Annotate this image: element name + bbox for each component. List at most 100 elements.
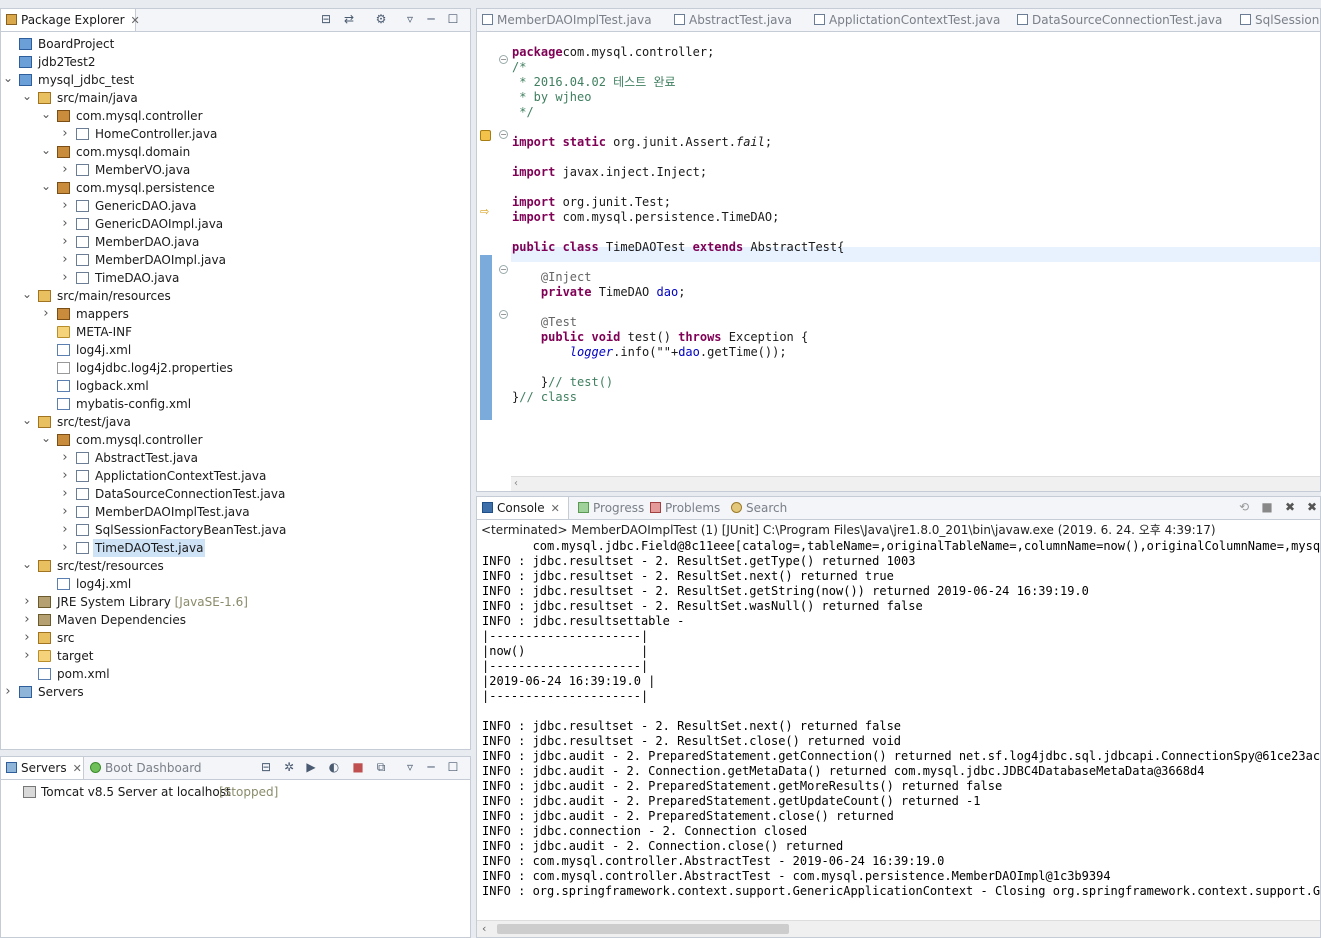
tree-item[interactable]: ⌄ src/main/java: [1, 89, 470, 107]
tree-item[interactable]: pom.xml: [1, 665, 470, 683]
chevron-right-icon[interactable]: ›: [60, 467, 70, 485]
tree-item[interactable]: › SqlSessionFactoryBeanTest.java: [1, 521, 470, 539]
chevron-right-icon[interactable]: ›: [60, 269, 70, 287]
tree-item[interactable]: BoardProject: [1, 35, 470, 53]
tree-item[interactable]: › GenericDAO.java: [1, 197, 470, 215]
tree-item[interactable]: › Servers: [1, 683, 470, 701]
minimize-icon[interactable]: ─: [424, 760, 438, 774]
publish-icon[interactable]: ⧉: [374, 760, 388, 774]
remove-launch-icon[interactable]: ✖: [1283, 500, 1297, 514]
tab-servers[interactable]: Servers ✕: [1, 757, 84, 779]
chevron-right-icon[interactable]: ›: [22, 611, 32, 629]
tree-item[interactable]: › AbstractTest.java: [1, 449, 470, 467]
close-icon[interactable]: ✕: [73, 762, 82, 775]
chevron-right-icon[interactable]: ›: [60, 251, 70, 269]
tree-item[interactable]: META-INF: [1, 323, 470, 341]
tree-item[interactable]: › GenericDAOImpl.java: [1, 215, 470, 233]
chevron-right-icon[interactable]: ›: [60, 521, 70, 539]
tree-item[interactable]: › HomeController.java: [1, 125, 470, 143]
chevron-right-icon[interactable]: ›: [22, 647, 32, 665]
tab-progress[interactable]: Progress: [573, 497, 644, 519]
chevron-right-icon[interactable]: ›: [60, 449, 70, 467]
chevron-right-icon[interactable]: ›: [41, 305, 51, 323]
tree-item[interactable]: › MemberVO.java: [1, 161, 470, 179]
tab-boot-dashboard[interactable]: Boot Dashboard: [85, 757, 215, 779]
stop-server-icon[interactable]: ■: [351, 760, 365, 774]
chevron-down-icon[interactable]: ⌄: [3, 71, 13, 85]
tree-item[interactable]: › mappers: [1, 305, 470, 323]
tab-package-explorer[interactable]: Package Explorer ✕: [1, 9, 140, 31]
chevron-right-icon[interactable]: ›: [22, 629, 32, 647]
fold-icon[interactable]: −: [499, 55, 508, 64]
tree-item[interactable]: logback.xml: [1, 377, 470, 395]
chevron-down-icon[interactable]: ⌄: [22, 89, 32, 103]
scroll-left-icon[interactable]: ‹: [514, 477, 518, 491]
tree-item[interactable]: ⌄ src/main/resources: [1, 287, 470, 305]
chevron-right-icon[interactable]: ›: [60, 503, 70, 521]
tree-item[interactable]: › ApplictationContextTest.java: [1, 467, 470, 485]
tab-search[interactable]: Search: [726, 497, 796, 519]
chevron-right-icon[interactable]: ›: [3, 683, 13, 701]
console-horizontal-scrollbar[interactable]: ‹: [477, 920, 1320, 937]
server-item-tomcat[interactable]: Tomcat v8.5 Server at localhost [Stopped…: [1, 783, 470, 801]
chevron-down-icon[interactable]: ⌄: [41, 431, 51, 445]
chevron-down-icon[interactable]: ⌄: [22, 287, 32, 301]
tree-item[interactable]: › MemberDAO.java: [1, 233, 470, 251]
tree-item[interactable]: › src: [1, 629, 470, 647]
chevron-down-icon[interactable]: ⌄: [22, 413, 32, 427]
chevron-right-icon[interactable]: ›: [60, 485, 70, 503]
tree-item[interactable]: ⌄ com.mysql.controller: [1, 431, 470, 449]
collapse-all-icon[interactable]: ⊟: [319, 12, 333, 26]
chevron-right-icon[interactable]: ›: [22, 593, 32, 611]
minimize-icon[interactable]: ─: [424, 12, 438, 26]
tree-item[interactable]: › Maven Dependencies: [1, 611, 470, 629]
fold-icon[interactable]: −: [499, 310, 508, 319]
close-icon[interactable]: ✕: [131, 14, 140, 27]
chevron-down-icon[interactable]: ⌄: [41, 143, 51, 157]
tab-console[interactable]: Console ✕: [477, 497, 569, 519]
tree-item[interactable]: › DataSourceConnectionTest.java: [1, 485, 470, 503]
tree-item[interactable]: ⌄ com.mysql.persistence: [1, 179, 470, 197]
link-with-editor-icon[interactable]: ⇄: [342, 12, 356, 26]
tree-item[interactable]: mybatis-config.xml: [1, 395, 470, 413]
tree-item[interactable]: › MemberDAOImplTest.java: [1, 503, 470, 521]
fold-icon[interactable]: −: [499, 130, 508, 139]
debug-server-icon[interactable]: ✲: [282, 760, 296, 774]
tree-item[interactable]: › TimeDAOTest.java: [1, 539, 470, 557]
tree-item[interactable]: ⌄ src/test/java: [1, 413, 470, 431]
tree-item[interactable]: ⌄ com.mysql.controller: [1, 107, 470, 125]
chevron-down-icon[interactable]: ⌄: [41, 107, 51, 121]
tree-item[interactable]: log4jdbc.log4j2.properties: [1, 359, 470, 377]
chevron-right-icon[interactable]: ›: [60, 161, 70, 179]
view-menu-icon[interactable]: ▿: [403, 760, 417, 774]
tree-item[interactable]: › JRE System Library [JavaSE-1.6]: [1, 593, 470, 611]
scrollbar-thumb[interactable]: [497, 924, 789, 934]
tree-item[interactable]: jdb2Test2: [1, 53, 470, 71]
chevron-right-icon[interactable]: ›: [60, 233, 70, 251]
code-area[interactable]: packagecom.mysql.controller;/* * 2016.04…: [512, 9, 1320, 477]
fold-icon[interactable]: −: [499, 265, 508, 274]
tree-item[interactable]: ⌄ src/test/resources: [1, 557, 470, 575]
tree-item[interactable]: log4j.xml: [1, 341, 470, 359]
console-output[interactable]: com.mysql.jdbc.Field@8c11eee[catalog=,ta…: [477, 539, 1320, 921]
collapse-icon[interactable]: ⊟: [259, 760, 273, 774]
chevron-right-icon[interactable]: ›: [60, 125, 70, 143]
start-server-icon[interactable]: ▶: [304, 760, 318, 774]
chevron-right-icon[interactable]: ›: [60, 197, 70, 215]
chevron-down-icon[interactable]: ⌄: [22, 557, 32, 571]
tree-item[interactable]: ⌄ com.mysql.domain: [1, 143, 470, 161]
tree-item[interactable]: › target: [1, 647, 470, 665]
chevron-down-icon[interactable]: ⌄: [41, 179, 51, 193]
filter-icon[interactable]: ⚙: [374, 12, 388, 26]
tab-problems[interactable]: Problems: [645, 497, 723, 519]
chevron-right-icon[interactable]: ›: [60, 215, 70, 233]
pin-console-icon[interactable]: ⟲: [1237, 500, 1251, 514]
chevron-right-icon[interactable]: ›: [60, 539, 70, 557]
remove-all-launches-icon[interactable]: ✖: [1305, 500, 1319, 514]
tree-item[interactable]: ⌄ mysql_jdbc_test: [1, 71, 470, 89]
tree-item[interactable]: › TimeDAO.java: [1, 269, 470, 287]
tree-item[interactable]: › MemberDAOImpl.java: [1, 251, 470, 269]
maximize-icon[interactable]: ☐: [446, 760, 460, 774]
profile-server-icon[interactable]: ◐: [327, 760, 341, 774]
close-icon[interactable]: ✕: [551, 502, 560, 515]
